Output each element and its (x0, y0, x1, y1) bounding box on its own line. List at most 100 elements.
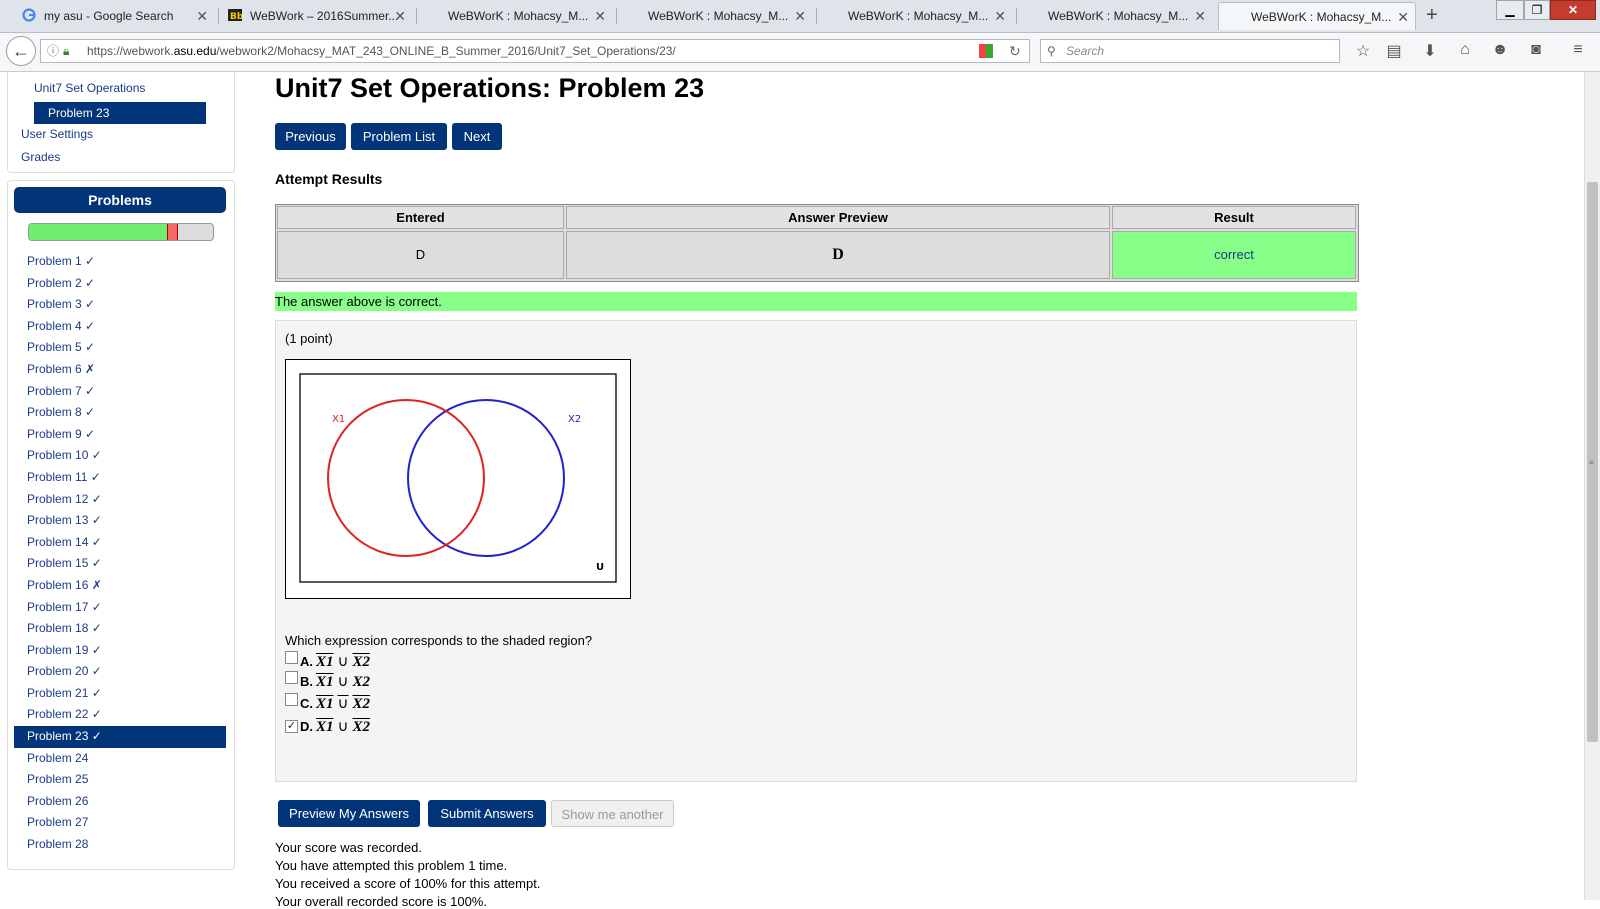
overall-score-text: Your overall recorded score is 100%. (275, 894, 487, 909)
choice-letter: A. (300, 654, 313, 669)
address-bar[interactable]: ⓘ 🔒︎ https://webwork.asu.edu/webwork2/Mo… (40, 39, 1030, 63)
tab-separator (616, 8, 617, 24)
search-placeholder: Search (1066, 44, 1105, 58)
bb-icon: Bb (228, 4, 244, 22)
close-icon[interactable]: ✕ (394, 2, 406, 30)
problem-list-item[interactable]: Problem 22 ✓ (14, 704, 226, 726)
reading-list-icon[interactable]: ▤ (1384, 41, 1404, 61)
choice-d[interactable]: ✓ D. X1 ∪ X2 (285, 717, 370, 739)
tab-webwork-6[interactable]: WeBWorK : Mohacsy_M... ✕ (1018, 2, 1212, 30)
problem-list-item[interactable]: Problem 1 ✓ (14, 251, 226, 273)
choice-a-checkbox[interactable] (285, 651, 298, 664)
home-icon[interactable]: ⌂ (1455, 41, 1475, 59)
problem-list-item[interactable]: Problem 10 ✓ (14, 445, 226, 467)
problem-list-item[interactable]: Problem 2 ✓ (14, 273, 226, 295)
choice-letter: C. (300, 696, 313, 711)
choice-c[interactable]: C. X1 ∪ X2 (285, 693, 370, 715)
attempt-results-heading: Attempt Results (275, 171, 383, 187)
problem-list-item[interactable]: Problem 26 (14, 791, 226, 813)
attempts-text: You have attempted this problem 1 time. (275, 858, 508, 873)
problem-list-item[interactable]: Problem 17 ✓ (14, 597, 226, 619)
problem-list-button[interactable]: Problem List (351, 123, 447, 150)
tab-separator (218, 8, 219, 24)
choice-b-checkbox[interactable] (285, 671, 298, 684)
problem-list-item[interactable]: Problem 7 ✓ (14, 381, 226, 403)
search-field[interactable]: ⚲ Search (1040, 39, 1340, 63)
problem-list-item[interactable]: Problem 14 ✓ (14, 532, 226, 554)
choice-c-checkbox[interactable] (285, 693, 298, 706)
choice-d-checkbox[interactable]: ✓ (285, 720, 298, 733)
problem-list-item[interactable]: Problem 27 (14, 812, 226, 834)
tab-webwork-5[interactable]: WeBWorK : Mohacsy_M... ✕ (818, 2, 1012, 30)
chat-icon[interactable]: ☻ (1490, 41, 1510, 59)
previous-button[interactable]: Previous (275, 123, 346, 150)
preview-answers-button[interactable]: Preview My Answers (278, 800, 420, 827)
problem-list-item[interactable]: Problem 18 ✓ (14, 618, 226, 640)
close-icon[interactable]: ✕ (594, 2, 606, 30)
set-x1-label: X1 (332, 414, 345, 425)
grades-link[interactable]: Grades (21, 150, 60, 164)
pocket-icon[interactable]: ◙ (1526, 41, 1546, 59)
problem-list-item[interactable]: Problem 25 (14, 769, 226, 791)
problem-list-item[interactable]: Problem 24 (14, 748, 226, 770)
reload-icon[interactable]: ↻ (1009, 40, 1021, 62)
problem-body: (1 point) X1 X2 U Which expression corre… (275, 320, 1357, 782)
download-icon[interactable]: ⬇ (1420, 41, 1440, 61)
user-settings-link[interactable]: User Settings (21, 127, 93, 141)
problem-list-item[interactable]: Problem 8 ✓ (14, 402, 226, 424)
universe-label: U (596, 562, 604, 573)
problem-list-item[interactable]: Problem 6 ✗ (14, 359, 226, 381)
tab-webwork-3[interactable]: WeBWorK : Mohacsy_M... ✕ (418, 2, 612, 30)
show-me-another-button[interactable]: Show me another (551, 800, 674, 827)
problem-list-item[interactable]: Problem 3 ✓ (14, 294, 226, 316)
bookmark-star-icon[interactable]: ☆ (1353, 41, 1373, 61)
close-icon[interactable]: ✕ (196, 2, 208, 30)
info-icon[interactable]: ⓘ (47, 40, 59, 62)
tab-google-search[interactable]: my asu - Google Search ✕ (14, 2, 214, 30)
page-scrollbar[interactable]: ≡ (1584, 72, 1600, 900)
problem-list-item[interactable]: Problem 23 ✓ (14, 726, 226, 748)
menu-icon[interactable]: ≡ (1568, 41, 1588, 59)
problem-list-item[interactable]: Problem 19 ✓ (14, 640, 226, 662)
svg-text:Bb: Bb (230, 12, 242, 22)
close-icon[interactable]: ✕ (1194, 2, 1206, 30)
problem-list-item[interactable]: Problem 5 ✓ (14, 337, 226, 359)
set-link[interactable]: Unit7 Set Operations (34, 81, 145, 95)
extension-icon[interactable] (979, 44, 993, 58)
point-value: (1 point) (285, 331, 333, 346)
window-close-icon[interactable]: ✕ (1550, 0, 1596, 20)
new-tab-icon[interactable]: + (1426, 4, 1438, 27)
tab-title: my asu - Google Search (44, 9, 174, 23)
close-icon[interactable]: ✕ (1397, 3, 1409, 30)
tab-webwork-active[interactable]: WeBWorK : Mohacsy_M... ✕ (1218, 2, 1416, 30)
problem-list-item[interactable]: Problem 28 (14, 834, 226, 856)
problem-list-item[interactable]: Problem 16 ✗ (14, 575, 226, 597)
minimize-icon[interactable]: ▁ (1496, 0, 1524, 20)
maximize-icon[interactable]: ❐ (1524, 0, 1550, 20)
problem-list-item[interactable]: Problem 4 ✓ (14, 316, 226, 338)
current-problem-link[interactable]: Problem 23 (34, 102, 206, 124)
problem-list-item[interactable]: Problem 13 ✓ (14, 510, 226, 532)
close-icon[interactable]: ✕ (994, 2, 1006, 30)
problem-list-item[interactable]: Problem 12 ✓ (14, 489, 226, 511)
problem-list-item[interactable]: Problem 15 ✓ (14, 553, 226, 575)
back-arrow-icon[interactable]: ← (6, 36, 36, 66)
choice-d-expression: X1 ∪ X2 (316, 719, 371, 735)
submit-answers-button[interactable]: Submit Answers (428, 800, 546, 827)
correct-message: The answer above is correct. (275, 292, 1357, 311)
problem-list-item[interactable]: Problem 21 ✓ (14, 683, 226, 705)
search-icon: ⚲ (1047, 44, 1056, 58)
choice-b[interactable]: B. X1 ∪ X2 (285, 671, 370, 693)
lock-icon[interactable]: 🔒︎ (63, 40, 69, 62)
problem-list-item[interactable]: Problem 11 ✓ (14, 467, 226, 489)
tab-webwork-4[interactable]: WeBWorK : Mohacsy_M... ✕ (618, 2, 812, 30)
tab-webwork-blackboard[interactable]: Bb WeBWork – 2016Summer... ✕ (220, 2, 412, 30)
next-button[interactable]: Next (452, 123, 502, 150)
problem-list-item[interactable]: Problem 9 ✓ (14, 424, 226, 446)
attempt-score-text: You received a score of 100% for this at… (275, 876, 541, 891)
choice-c-expression: X1 ∪ X2 (316, 696, 371, 712)
problem-list-item[interactable]: Problem 20 ✓ (14, 661, 226, 683)
close-icon[interactable]: ✕ (794, 2, 806, 30)
choice-a[interactable]: A. X1 ∪ X2 (285, 651, 370, 673)
url-text: https://webwork.asu.edu/webwork2/Mohacsy… (87, 44, 676, 58)
